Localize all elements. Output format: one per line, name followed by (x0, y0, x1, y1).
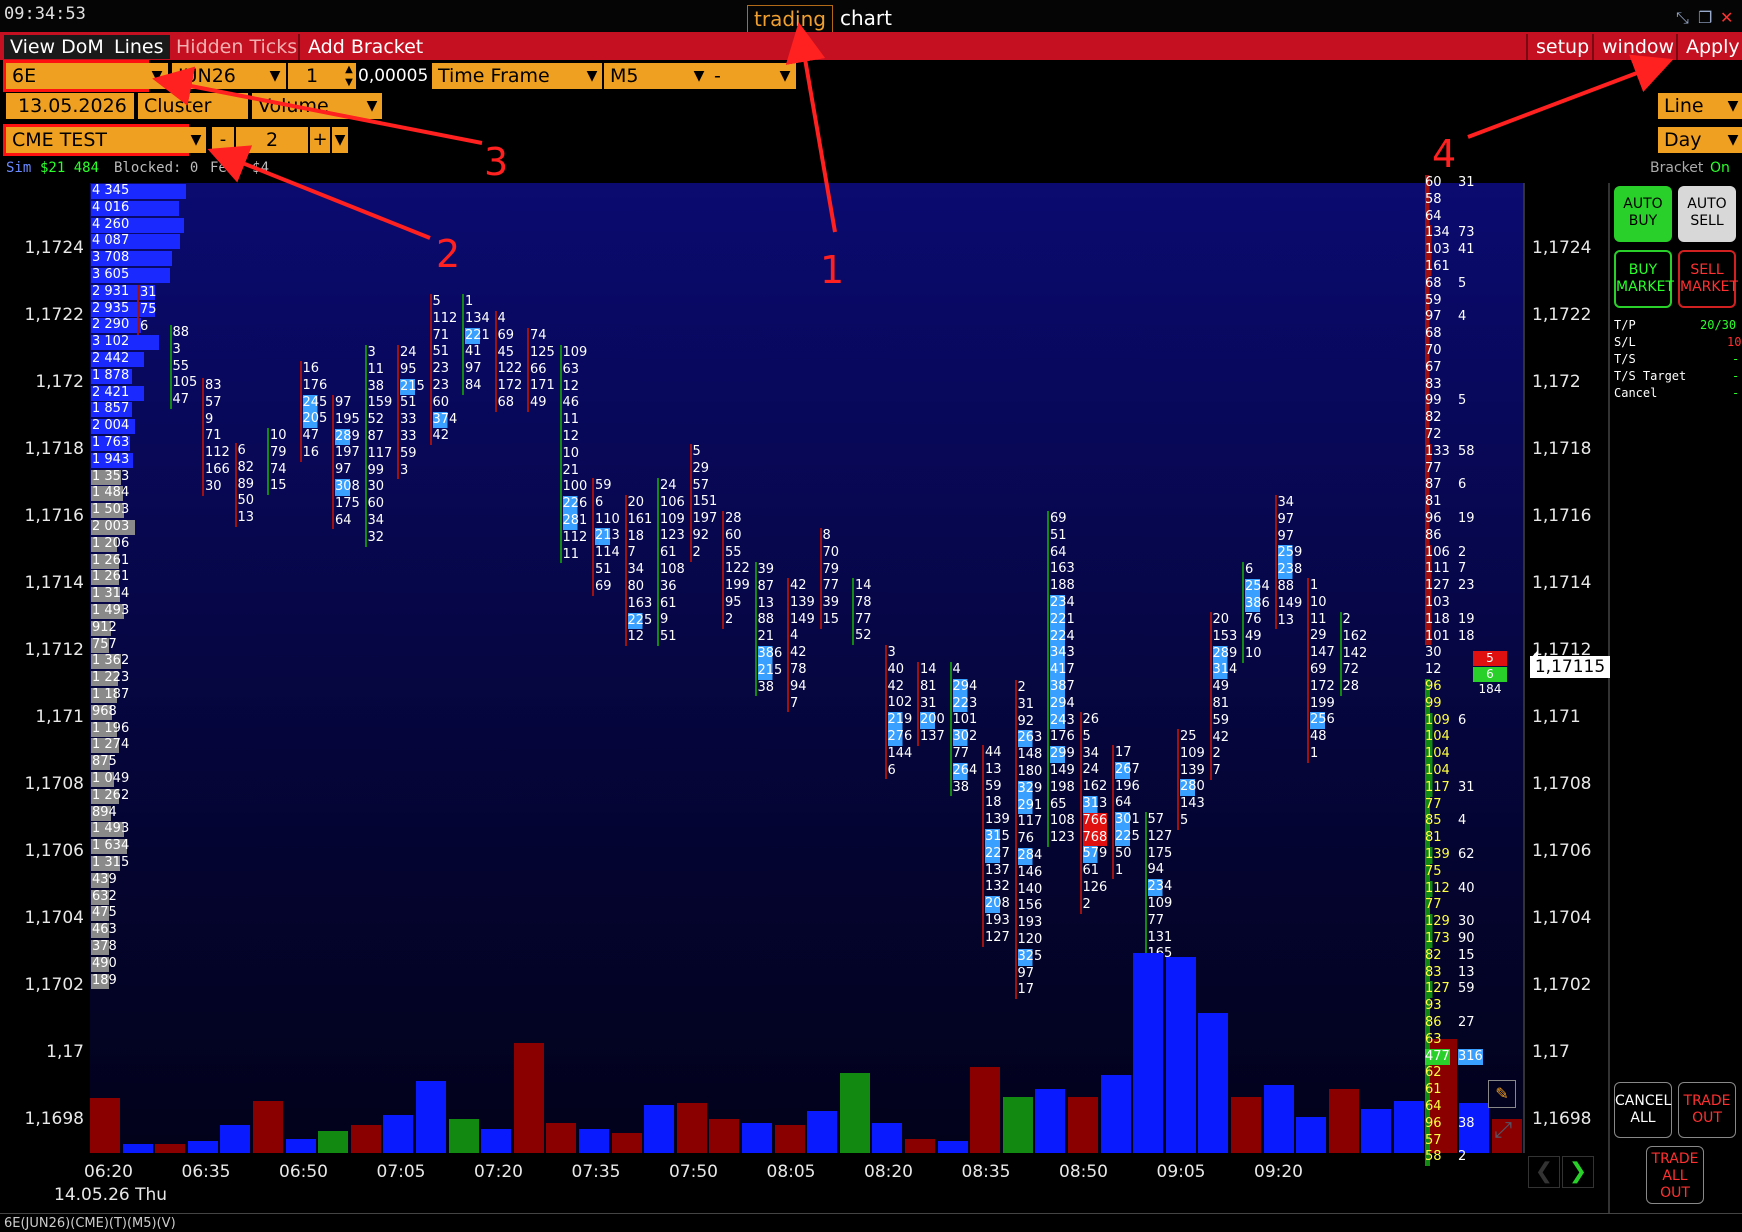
annotation-arrows (152, 22, 1674, 240)
annotation-arrow-3 (152, 66, 483, 145)
annotation-arrow-2 (207, 145, 431, 240)
annotation-arrow-4 (1467, 54, 1674, 139)
annotation-number-2: 2 (436, 232, 461, 276)
annotation-number-4: 4 (1432, 132, 1457, 176)
annotation-number-3: 3 (484, 140, 509, 184)
annotation-arrow-1 (785, 22, 837, 233)
annotation-number-1: 1 (820, 248, 845, 292)
